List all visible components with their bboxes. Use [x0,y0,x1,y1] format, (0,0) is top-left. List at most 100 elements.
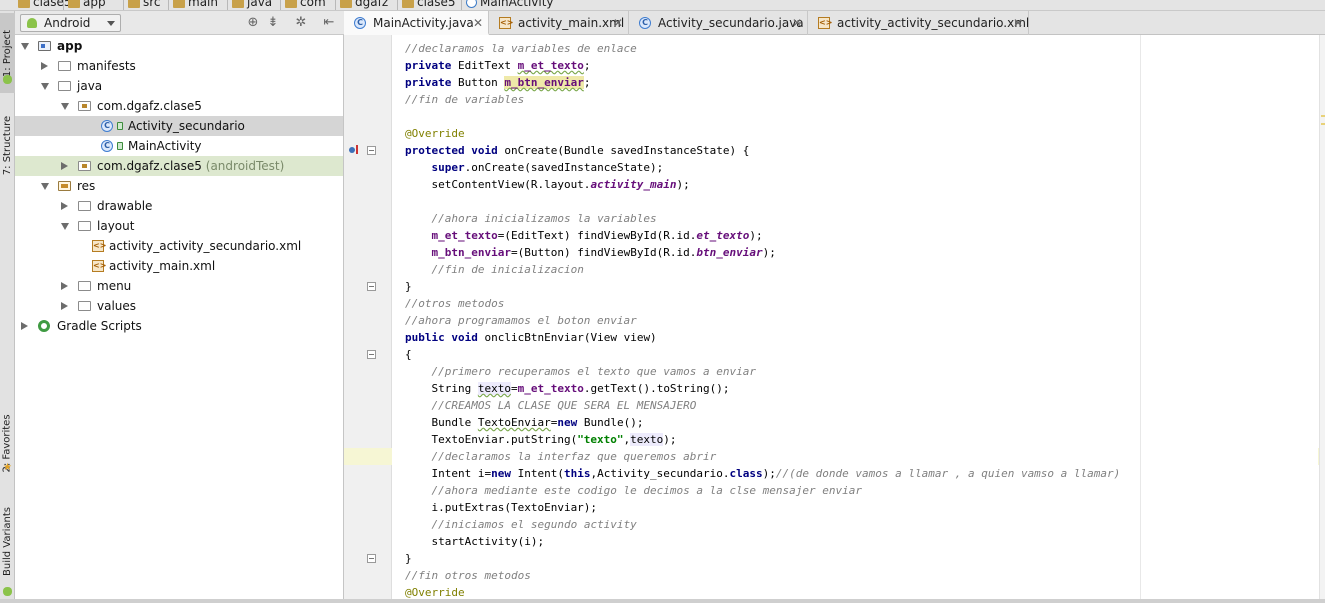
fold-toggle-icon[interactable] [367,282,376,291]
code-line[interactable]: Bundle TextoEnviar=new Bundle(); [405,414,643,431]
code-line[interactable]: m_et_texto=(EditText) findViewById(R.id.… [405,227,763,244]
code-line[interactable]: private EditText m_et_texto; [405,57,590,74]
code-line[interactable]: //fin de variables [405,91,524,108]
breadcrumb-item[interactable]: com [285,0,326,10]
code-line[interactable]: @Override [405,584,465,599]
warning-marker[interactable] [1321,115,1325,117]
code-line[interactable]: //ahora inicializamos la variables [405,210,657,227]
breadcrumb-item-label: dgafz [355,0,389,9]
project-tree-item[interactable]: C Activity_secundario [15,116,343,136]
settings-gear-icon[interactable]: ✲ [293,15,309,31]
project-tree-item[interactable]: drawable [15,196,343,216]
project-tree-item[interactable]: Gradle Scripts [15,316,343,336]
code-line[interactable]: m_btn_enviar=(Button) findViewById(R.id.… [405,244,776,261]
chevron-right-icon[interactable] [21,322,28,330]
project-tree-item[interactable]: C MainActivity [15,136,343,156]
code-line[interactable]: //fin de inicializacion [405,261,584,278]
project-tree-item[interactable]: values [15,296,343,316]
code-line[interactable]: String texto=m_et_texto.getText().toStri… [405,380,730,397]
code-line[interactable]: i.putExtras(TextoEnviar); [405,499,597,516]
close-icon[interactable]: ✕ [473,11,483,35]
chevron-down-icon[interactable] [41,183,49,190]
folder-icon [78,221,91,231]
chevron-down-icon[interactable] [21,43,29,50]
code-line[interactable]: //primero recuperamos el texto que vamos… [405,363,757,380]
override-method-icon[interactable] [349,145,361,155]
code-line[interactable]: //fin otros metodos [405,567,531,584]
project-tree-item[interactable]: layout [15,216,343,236]
editor-tab[interactable]: C Activity_secundario.java ✕ [629,11,808,35]
code-line[interactable]: startActivity(i); [405,533,544,550]
code-line[interactable]: //otros metodos [405,295,504,312]
breadcrumb-item[interactable]: java [232,0,272,10]
project-view-selector[interactable]: Android [20,14,121,32]
editor-tab[interactable]: <> activity_main.xml ✕ [489,11,629,35]
project-tree-item-label: res [77,176,95,196]
chevron-right-icon[interactable] [61,302,68,310]
collapse-all-icon[interactable]: ⇟ [265,15,281,31]
chevron-down-icon[interactable] [61,223,69,230]
chevron-down-icon[interactable] [61,103,69,110]
breadcrumb-item-label: main [188,0,218,9]
project-tree-item[interactable]: <> activity_activity_secundario.xml [15,236,343,256]
fold-toggle-icon[interactable] [367,554,376,563]
chevron-right-icon[interactable] [61,202,68,210]
project-tree-item[interactable]: java [15,76,343,96]
close-icon[interactable]: ✕ [613,11,623,35]
code-line[interactable]: } [405,278,412,295]
code-line[interactable]: @Override [405,125,465,142]
status-bar [0,599,1325,603]
breadcrumb-item[interactable]: dgafz [340,0,388,10]
code-line[interactable]: //declaramos la interfaz que queremos ab… [405,448,717,465]
code-line[interactable]: //ahora programamos el boton enviar [405,312,637,329]
code-line[interactable]: Intent i=new Intent(this,Activity_secund… [405,465,1120,482]
chevron-right-icon[interactable] [61,282,68,290]
editor-tab-label: Activity_secundario.java [658,16,804,30]
fold-toggle-icon[interactable] [367,350,376,359]
code-line[interactable]: //iniciamos el segundo activity [405,516,637,533]
breadcrumb-item[interactable]: app [68,0,106,10]
project-tree-item[interactable]: com.dgafz.clase5 [15,96,343,116]
warning-marker[interactable] [1321,123,1325,125]
structure-tool-tab-label: 7: Structure [2,115,13,175]
project-tree-item-label: drawable [97,196,152,216]
code-line[interactable]: super.onCreate(savedInstanceState); [405,159,664,176]
project-tree-item[interactable]: res [15,176,343,196]
code-line[interactable]: setContentView(R.layout.activity_main); [405,176,689,193]
breadcrumb-item[interactable]: src [128,0,161,10]
project-tree-item[interactable]: manifests [15,56,343,76]
fold-toggle-icon[interactable] [367,146,376,155]
close-icon[interactable]: ✕ [792,11,802,35]
code-line[interactable]: //ahora mediante este codigo le decimos … [405,482,862,499]
code-line[interactable]: //CREAMOS LA CLASE QUE SERA EL MENSAJERO [405,397,697,414]
error-stripe[interactable] [1319,35,1325,599]
code-line[interactable]: } [405,550,412,567]
breadcrumb-item[interactable]: clase5 [402,0,456,10]
hide-panel-icon[interactable]: ⇤ [321,15,337,31]
code-line[interactable]: public void onclicBtnEnviar(View view) [405,329,657,346]
scroll-from-source-icon[interactable]: ⊕ [245,15,261,31]
editor-tab[interactable]: <> activity_activity_secundario.xml ✕ [808,11,1029,35]
project-tree-item-label: com.dgafz.clase5 (androidTest) [97,156,284,176]
breadcrumb-item[interactable]: main [173,0,218,10]
project-tree-item[interactable]: <> activity_main.xml [15,256,343,276]
xml-file-icon: <> [92,240,107,252]
code-line[interactable]: { [405,346,412,363]
editor-tab[interactable]: C MainActivity.java ✕ [344,11,489,35]
code-line[interactable]: TextoEnviar.putString("texto",texto); [405,431,677,448]
code-line[interactable]: //declaramos la variables de enlace [405,40,637,57]
project-tree-item[interactable]: app [15,36,343,56]
code-line[interactable]: protected void onCreate(Bundle savedInst… [405,142,749,159]
close-icon[interactable]: ✕ [1013,11,1023,35]
code-editor[interactable]: //declaramos la variables de enlace priva… [392,35,1318,599]
build-variants-tool-tab[interactable]: Build Variants [0,491,15,591]
code-line[interactable]: private Button m_btn_enviar; [405,74,590,91]
chevron-right-icon[interactable] [61,162,68,170]
chevron-down-icon[interactable] [41,83,49,90]
breadcrumb-item[interactable]: MainActivity [466,0,554,10]
project-tool-tab-label: 1: Project [2,29,13,77]
project-tree-item[interactable]: menu [15,276,343,296]
project-tree-item[interactable]: com.dgafz.clase5 (androidTest) [15,156,343,176]
chevron-right-icon[interactable] [41,62,48,70]
android-icon [27,18,37,28]
